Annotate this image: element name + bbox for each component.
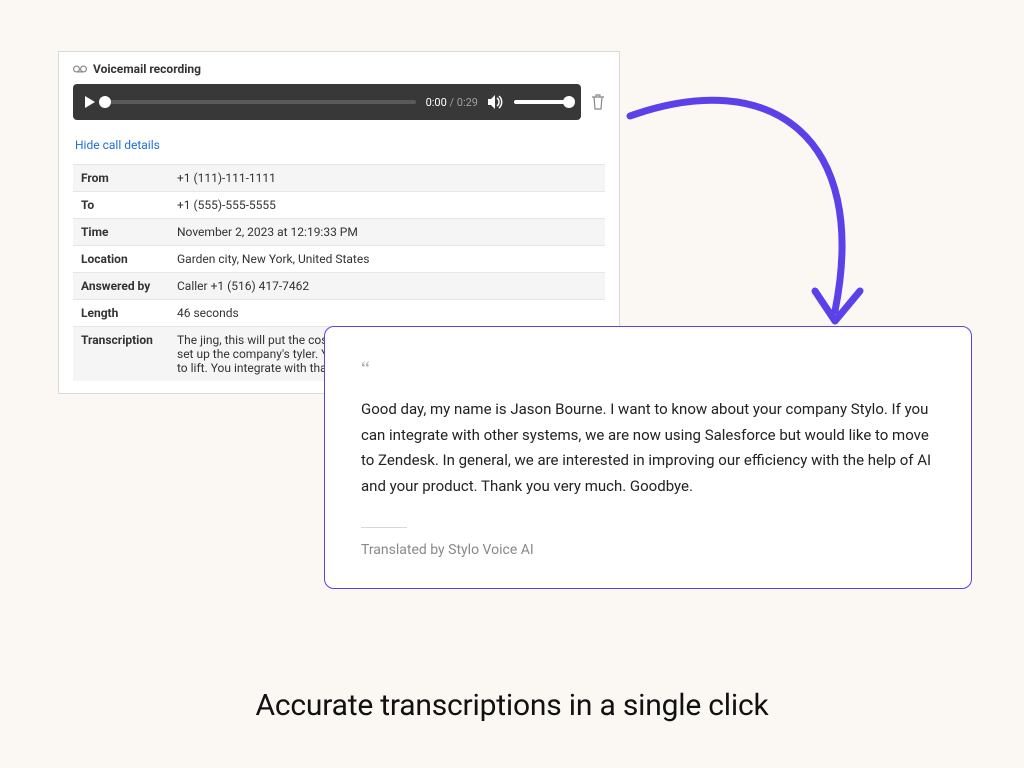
trash-icon[interactable] xyxy=(591,94,605,110)
detail-value: Caller +1 (516) 417-7462 xyxy=(169,273,605,300)
voicemail-header: Voicemail recording xyxy=(73,62,605,76)
detail-label: Location xyxy=(73,246,169,273)
quote-icon: “ xyxy=(361,359,935,379)
detail-label: Length xyxy=(73,300,169,327)
detail-row-from: From +1 (111)-111-1111 xyxy=(73,165,605,192)
voicemail-icon xyxy=(73,63,87,75)
detail-value: 46 seconds xyxy=(169,300,605,327)
detail-label: Time xyxy=(73,219,169,246)
attribution-text: Translated by Stylo Voice AI xyxy=(361,542,935,558)
detail-label: To xyxy=(73,192,169,219)
volume-slider[interactable] xyxy=(514,100,569,104)
detail-label: From xyxy=(73,165,169,192)
detail-row-to: To +1 (555)-555-5555 xyxy=(73,192,605,219)
detail-row-length: Length 46 seconds xyxy=(73,300,605,327)
hide-call-details-link[interactable]: Hide call details xyxy=(75,138,160,152)
detail-value: November 2, 2023 at 12:19:33 PM xyxy=(169,219,605,246)
voicemail-title: Voicemail recording xyxy=(93,62,201,76)
detail-row-answered-by: Answered by Caller +1 (516) 417-7462 xyxy=(73,273,605,300)
play-button[interactable] xyxy=(85,96,95,108)
volume-icon[interactable] xyxy=(488,95,504,109)
volume-thumb[interactable] xyxy=(563,96,575,108)
transcript-card: “ Good day, my name is Jason Bourne. I w… xyxy=(324,326,972,589)
audio-progress[interactable] xyxy=(105,100,416,104)
detail-row-location: Location Garden city, New York, United S… xyxy=(73,246,605,273)
detail-value: Garden city, New York, United States xyxy=(169,246,605,273)
audio-duration: 0:29 xyxy=(457,96,478,109)
audio-time: 0:00 / 0:29 xyxy=(426,96,478,109)
tagline: Accurate transcriptions in a single clic… xyxy=(0,688,1024,723)
transcript-text: Good day, my name is Jason Bourne. I wan… xyxy=(361,397,935,499)
arrow-icon xyxy=(620,76,880,356)
audio-player[interactable]: 0:00 / 0:29 xyxy=(73,84,581,120)
detail-value: +1 (555)-555-5555 xyxy=(169,192,605,219)
detail-value: +1 (111)-111-1111 xyxy=(169,165,605,192)
detail-label: Answered by xyxy=(73,273,169,300)
divider xyxy=(361,527,407,528)
audio-row: 0:00 / 0:29 xyxy=(73,84,605,120)
audio-progress-thumb[interactable] xyxy=(99,96,111,108)
detail-row-time: Time November 2, 2023 at 12:19:33 PM xyxy=(73,219,605,246)
audio-current-time: 0:00 xyxy=(426,96,447,109)
detail-label: Transcription xyxy=(73,327,169,382)
